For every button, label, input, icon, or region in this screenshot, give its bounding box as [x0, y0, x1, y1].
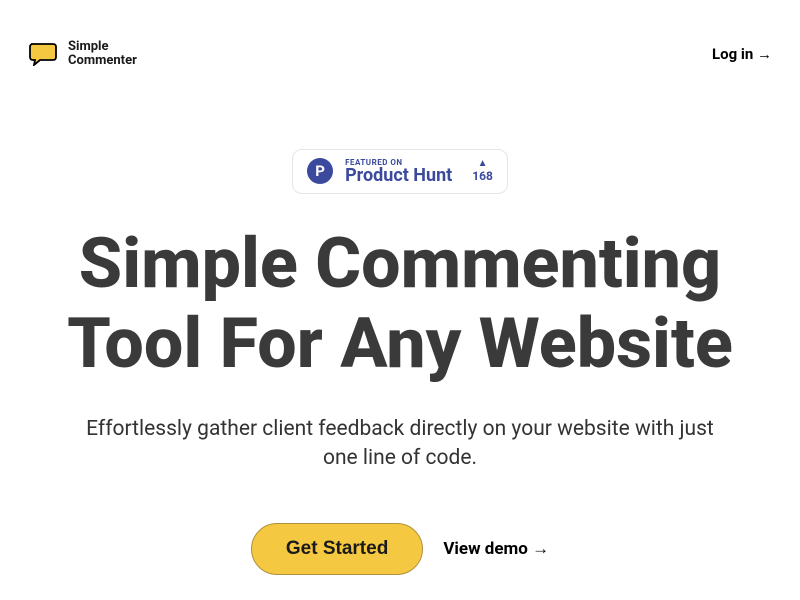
- product-hunt-name: Product Hunt: [345, 167, 452, 185]
- product-hunt-text: FEATURED ON Product Hunt: [345, 158, 452, 185]
- upvote-arrow-icon: ▲: [478, 159, 488, 169]
- login-link[interactable]: Log in →: [712, 45, 772, 63]
- product-hunt-badge[interactable]: P FEATURED ON Product Hunt ▲ 168: [292, 149, 508, 194]
- header: Simple Commenter Log in →: [0, 0, 800, 89]
- chat-bubble-icon: [28, 42, 58, 66]
- upvote-number: 168: [472, 169, 493, 183]
- get-started-button[interactable]: Get Started: [251, 523, 423, 575]
- cta-row: Get Started View demo →: [251, 523, 549, 575]
- main-content: P FEATURED ON Product Hunt ▲ 168 Simple …: [0, 89, 800, 576]
- view-demo-link[interactable]: View demo →: [443, 539, 549, 559]
- hero-title: Simple Commenting Tool For Any Website: [20, 224, 780, 385]
- product-hunt-icon: P: [307, 158, 333, 184]
- logo-text-top: Simple: [68, 40, 137, 54]
- logo-text-bottom: Commenter: [68, 54, 137, 68]
- logo-text: Simple Commenter: [68, 40, 137, 69]
- upvote-count: ▲ 168: [472, 159, 493, 183]
- hero-subtitle: Effortlessly gather client feedback dire…: [80, 415, 720, 474]
- logo[interactable]: Simple Commenter: [28, 40, 137, 69]
